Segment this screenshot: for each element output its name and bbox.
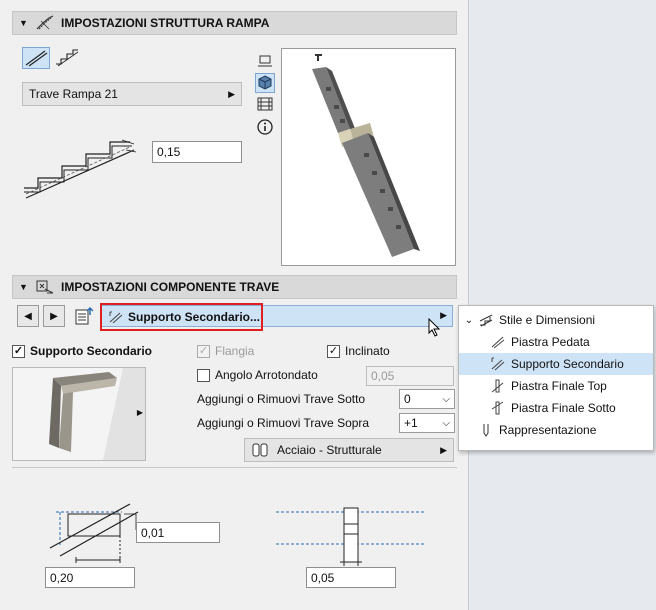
inclinato-label: Inclinato (345, 344, 390, 358)
ramp-beam-render (312, 54, 420, 257)
3d-view-button[interactable] (255, 73, 275, 93)
material-label: Acciaio - Strutturale (277, 443, 382, 457)
dim-bottom-right-field[interactable]: 0,05 (306, 567, 396, 588)
dim-bottom-left-field[interactable]: 0,20 (45, 567, 135, 588)
collapse-triangle-icon[interactable]: ▼ (19, 19, 28, 28)
section-header-structure[interactable]: ▼ IMPOSTAZIONI STRUTTURA RAMPA (12, 11, 457, 35)
beam-component-icon (36, 280, 54, 294)
trave-sotto-select[interactable]: 0 ⌵ (399, 389, 455, 409)
stringer-stepped-icon (56, 49, 79, 67)
angolo-radius-field: 0,05 (366, 366, 454, 386)
next-component-button[interactable]: ▶ (43, 305, 65, 327)
component-select-label: Supporto Secondario... (128, 310, 261, 324)
trave-sotto-value: 0 (404, 392, 411, 406)
list-arrow-icon (75, 306, 94, 325)
angolo-checkbox[interactable]: Angolo Arrotondato (197, 368, 318, 382)
dim-bottom-right-value: 0,05 (311, 570, 335, 585)
secondary-support-icon (491, 357, 505, 371)
select-arrow-icon: ▶ (228, 88, 235, 99)
menu-item-label: Rappresentazione (499, 423, 597, 437)
depth-field[interactable]: 0,15 (152, 141, 242, 163)
section-header-component[interactable]: ▼ IMPOSTAZIONI COMPONENTE TRAVE (12, 275, 457, 299)
mouse-cursor-icon (428, 318, 441, 337)
chevron-down-icon: ⌵ (442, 417, 450, 429)
material-icon (252, 443, 268, 457)
preset-select[interactable]: Trave Rampa 21 ▶ (22, 82, 242, 106)
trave-sopra-value: +1 (404, 416, 418, 430)
checkbox-box (197, 368, 210, 382)
checkbox-box: ✓ (327, 344, 340, 358)
preset-label: Trave Rampa 21 (29, 87, 118, 101)
flangia-checkbox: ✓ Flangia (197, 344, 254, 358)
end-plate-bottom-icon (491, 401, 504, 415)
collapse-triangle-icon[interactable]: ▼ (19, 283, 28, 292)
stair-profile-diagram (24, 139, 137, 199)
secondary-support-icon (109, 311, 123, 324)
menu-header-label: Stile e Dimensioni (499, 313, 596, 327)
stringer-stepped-button[interactable] (54, 47, 82, 69)
preview-arrow-icon[interactable]: ▶ (137, 408, 143, 417)
divider (12, 467, 457, 468)
menu-header-style[interactable]: ⌄ Stile e Dimensioni (459, 309, 653, 331)
info-icon[interactable] (257, 119, 273, 135)
menu-item-piastra-pedata[interactable]: Piastra Pedata (459, 331, 653, 353)
section-view-icon[interactable] (257, 97, 273, 111)
pen-icon (483, 424, 489, 437)
secondary-support-checkbox[interactable]: ✓ Supporto Secondario (12, 344, 152, 358)
ramp-structure-icon (36, 15, 54, 30)
checkbox-box: ✓ (12, 344, 25, 358)
support-section-diagram (49, 503, 139, 563)
menu-item-piastra-finale-top[interactable]: Piastra Finale Top (459, 375, 653, 397)
menu-item-label: Supporto Secondario (511, 357, 624, 371)
prev-component-button[interactable]: ◀ (17, 305, 39, 327)
stringer-straight-icon (25, 50, 48, 67)
angolo-radius-value: 0,05 (371, 369, 395, 383)
dim-top-value: 0,01 (141, 525, 165, 540)
dim-top-field[interactable]: 0,01 (136, 522, 220, 543)
style-dimensions-icon (479, 314, 493, 327)
inclinato-checkbox[interactable]: ✓ Inclinato (327, 344, 390, 358)
menu-item-label: Piastra Pedata (511, 335, 590, 349)
stringer-type-button[interactable] (22, 47, 50, 69)
support-render (49, 368, 145, 460)
menu-item-label: Piastra Finale Top (511, 379, 607, 393)
3d-preview (281, 48, 456, 266)
menu-item-label: Piastra Finale Sotto (511, 401, 616, 415)
trave-sotto-label: Aggiungi o Rimuovi Trave Sotto (197, 392, 366, 406)
support-elevation-diagram (276, 507, 426, 566)
component-list-button[interactable] (73, 305, 97, 327)
component-menu: ⌄ Stile e Dimensioni Piastra Pedata Supp… (458, 305, 654, 451)
floorplan-view-icon[interactable] (257, 53, 273, 69)
cube-3d-icon (258, 75, 272, 90)
secondary-support-label: Supporto Secondario (30, 344, 153, 358)
component-select-highlight[interactable]: Supporto Secondario... (100, 303, 263, 331)
right-arrow-icon: ▶ (50, 310, 58, 322)
menu-item-supporto-secondario[interactable]: Supporto Secondario (459, 353, 653, 375)
end-plate-top-icon (491, 379, 504, 393)
trave-sopra-select[interactable]: +1 ⌵ (399, 413, 455, 433)
left-arrow-icon: ◀ (24, 310, 32, 322)
section-title-structure: IMPOSTAZIONI STRUTTURA RAMPA (61, 16, 270, 30)
depth-value: 0,15 (157, 145, 181, 159)
section-title-component: IMPOSTAZIONI COMPONENTE TRAVE (61, 280, 280, 294)
support-preview: ▶ (12, 367, 146, 461)
chevron-down-icon: ⌄ (464, 314, 474, 326)
checkbox-box: ✓ (197, 344, 210, 358)
menu-item-piastra-finale-sotto[interactable]: Piastra Finale Sotto (459, 397, 653, 419)
tread-plate-icon (491, 336, 505, 349)
dim-bottom-left-value: 0,20 (50, 570, 74, 585)
flangia-label: Flangia (215, 344, 255, 358)
trave-sopra-label: Aggiungi o Rimuovi Trave Sopra (197, 416, 370, 430)
angolo-label: Angolo Arrotondato (215, 368, 318, 382)
menu-item-rappresentazione[interactable]: Rappresentazione (459, 419, 653, 441)
material-select[interactable]: Acciaio - Strutturale ▶ (244, 438, 454, 462)
chevron-down-icon: ⌵ (442, 393, 450, 405)
select-arrow-icon: ▶ (440, 444, 447, 455)
